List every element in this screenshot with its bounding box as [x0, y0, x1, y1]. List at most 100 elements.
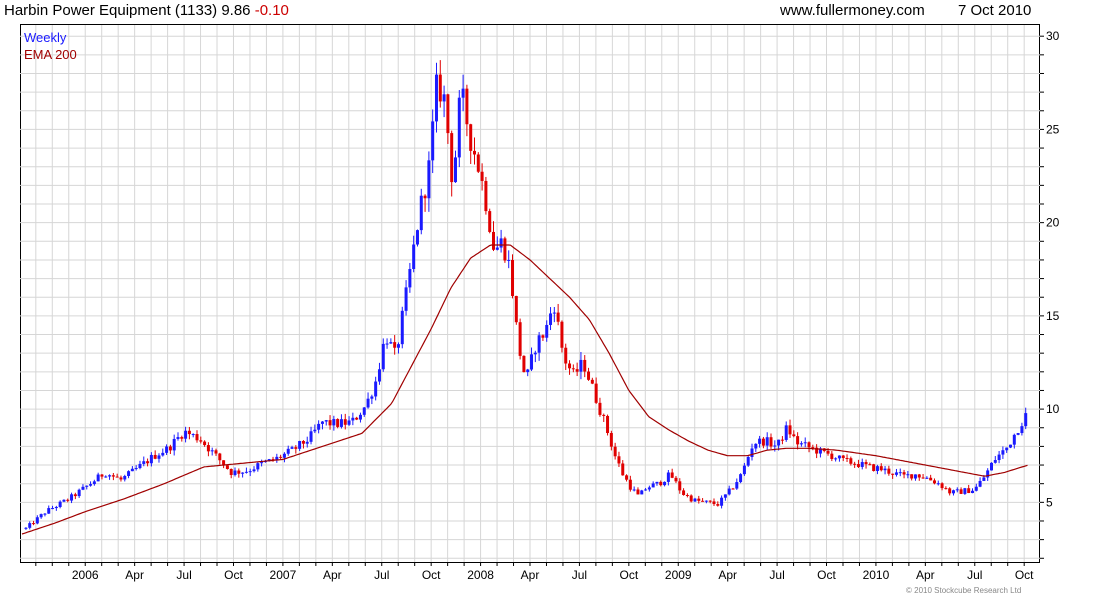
candle-body [628, 479, 632, 490]
candle-body [92, 481, 96, 485]
candle-body [640, 490, 644, 495]
candle-body [290, 447, 294, 449]
candle-body [244, 471, 248, 473]
x-tick-label: 2007 [270, 568, 297, 582]
candle-body [47, 508, 51, 514]
candle-body [309, 431, 313, 442]
candle-body [400, 310, 404, 345]
candle-body [180, 437, 184, 439]
x-tick-label: 2010 [863, 568, 890, 582]
candle-body [970, 490, 974, 494]
candle-body [887, 468, 891, 474]
y-tick-label: 30 [1046, 29, 1060, 43]
candle-body [568, 363, 572, 369]
candle-body [457, 97, 461, 158]
candle-body [370, 396, 374, 399]
candle-body [993, 460, 997, 463]
candle-body [66, 499, 70, 501]
candle-body [54, 506, 58, 509]
candle-body [507, 259, 511, 261]
candle-body [780, 439, 784, 441]
candle-body [362, 407, 366, 415]
candle-body [518, 322, 522, 356]
candle-body [849, 458, 853, 464]
candle-body [963, 488, 967, 494]
candle-body [951, 490, 955, 494]
candle-body [860, 462, 864, 467]
candle-body [381, 343, 385, 370]
candle-body [81, 486, 85, 490]
candle-body [659, 481, 663, 486]
candle-body [967, 488, 971, 494]
legend-ema: EMA 200 [24, 47, 77, 62]
candle-body [203, 441, 207, 446]
candle-body [598, 402, 602, 415]
candle-body [374, 381, 378, 397]
candle-body [476, 154, 480, 172]
candle-body [214, 450, 218, 454]
candle-body [602, 414, 606, 416]
candle-body [773, 445, 777, 447]
candle-body [358, 414, 362, 420]
candle-body [731, 488, 735, 490]
candle-body [932, 480, 936, 484]
candle-body [997, 454, 1001, 461]
candle-body [564, 347, 568, 364]
candle-body [716, 504, 720, 506]
candle-body [184, 430, 188, 439]
candle-body [917, 474, 921, 478]
x-tick-label: Oct [1015, 568, 1034, 582]
candle-body [434, 74, 438, 122]
candle-body [127, 471, 131, 476]
candle-body [427, 160, 431, 199]
candle-body [469, 124, 473, 151]
candle-body [723, 494, 727, 498]
candle-body [864, 462, 868, 465]
candle-body [826, 451, 830, 454]
candle-body [837, 455, 841, 459]
candle-body [682, 490, 686, 496]
candle-body [944, 488, 948, 490]
candle-body [948, 488, 952, 494]
candle-body [868, 464, 872, 466]
candle-body [28, 523, 32, 528]
candle-body [62, 499, 66, 502]
candle-body [332, 419, 336, 426]
candle-body [195, 434, 199, 441]
candle-body [248, 471, 252, 473]
candle-body [982, 477, 986, 481]
candle-body [788, 425, 792, 435]
x-tick-label: Apr [521, 568, 540, 582]
x-tick-label: 2009 [665, 568, 692, 582]
candle-body [393, 342, 397, 348]
candle-body [617, 456, 621, 464]
candle-body [465, 88, 469, 125]
candle-body [856, 464, 860, 467]
candle-body [347, 420, 351, 425]
candle-body [142, 461, 146, 464]
candle-body [355, 417, 359, 420]
candle-body [165, 446, 169, 453]
candle-body [153, 454, 157, 459]
candle-body [115, 476, 119, 478]
candle-body [146, 461, 150, 464]
candle-body [423, 195, 427, 199]
candle-body [689, 495, 693, 502]
candlesticks [24, 60, 1028, 530]
candle-body [1012, 434, 1016, 445]
candle-body [85, 485, 89, 487]
candle-body [765, 437, 769, 446]
candle-body [526, 369, 530, 373]
candle-body [176, 437, 180, 439]
candle-body [100, 474, 104, 477]
y-axis: 5 10 15 20 25 30 [1040, 29, 1060, 559]
candle-body [108, 475, 112, 477]
x-tick-label: Apr [718, 568, 737, 582]
candle-body [989, 462, 993, 471]
candle-body [955, 489, 959, 491]
candle-body [606, 415, 610, 434]
candle-body [96, 474, 100, 482]
candle-body [339, 419, 343, 427]
candle-body [894, 472, 898, 475]
candle-body [845, 457, 849, 459]
